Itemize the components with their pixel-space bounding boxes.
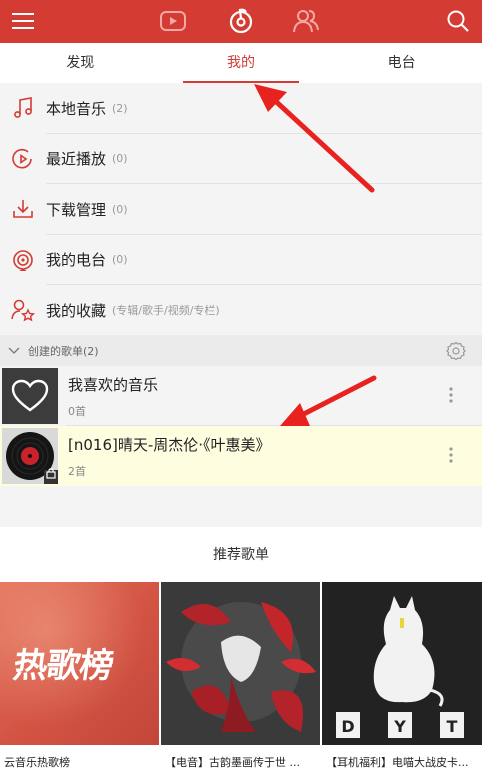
created-playlists-header[interactable]: 创建的歌单(2): [0, 335, 482, 366]
music-logo-icon[interactable]: [226, 5, 256, 37]
menu-item-count: (0): [112, 253, 128, 267]
more-options-icon[interactable]: [448, 386, 454, 408]
artwork-image: [161, 582, 320, 745]
chevron-down-icon[interactable]: [0, 347, 28, 355]
heart-icon: [11, 379, 49, 412]
radio-icon: [0, 248, 46, 272]
download-icon: [0, 197, 46, 221]
menu-icon[interactable]: [10, 5, 36, 37]
video-icon[interactable]: [158, 5, 188, 37]
playlist-cover: D Y T: [322, 582, 482, 745]
menu-item-label: 本地音乐: [46, 99, 107, 118]
playlist-cover: [2, 428, 58, 484]
recommend-title: 推荐歌单: [0, 527, 482, 582]
menu-item-label: 我的电台: [46, 251, 107, 270]
tab-bar: 发现 我的 电台: [0, 43, 482, 83]
playlist-count: 0首: [68, 404, 86, 418]
top-bar: [0, 0, 482, 43]
cover-letter: Y: [393, 717, 406, 736]
recommend-caption: 云音乐热歌榜: [4, 756, 70, 769]
recommend-card[interactable]: 热歌榜 云音乐热歌榜: [0, 582, 159, 782]
tab-label: 电台: [387, 55, 416, 71]
recommend-grid: 热歌榜 云音乐热歌榜 【电音】古韵墨画传于世 ... D Y T 【耳机福利】电…: [0, 582, 482, 782]
more-options-icon[interactable]: [448, 446, 454, 468]
playlist-cover: [2, 368, 58, 424]
recommend-caption: 【耳机福利】电喵大战皮卡...: [326, 756, 469, 769]
section-title: 创建的歌单(2): [28, 344, 99, 358]
tab-discover[interactable]: 发现: [0, 43, 161, 83]
playlist-cover: [161, 582, 320, 745]
tab-label: 发现: [66, 55, 95, 71]
menu-item-label: 我的收藏: [46, 301, 107, 320]
menu-item-collection[interactable]: 我的收藏 (专辑/歌手/视频/专栏): [0, 285, 482, 336]
menu-item-count: (专辑/歌手/视频/专栏): [112, 304, 220, 318]
menu-item-download[interactable]: 下载管理 (0): [0, 184, 482, 235]
menu-item-label: 下载管理: [46, 200, 107, 219]
gear-icon[interactable]: [446, 341, 466, 365]
lock-icon: [46, 464, 56, 483]
cat-logo-image: D Y T: [322, 582, 482, 745]
menu-item-count: (2): [112, 101, 128, 115]
menu-item-my-radio[interactable]: 我的电台 (0): [0, 234, 482, 285]
cover-letter: T: [447, 717, 458, 736]
menu-item-label: 最近播放: [46, 150, 107, 169]
menu-item-recent-play[interactable]: 最近播放 (0): [0, 133, 482, 184]
search-icon[interactable]: [445, 5, 471, 37]
recommend-card[interactable]: D Y T 【耳机福利】电喵大战皮卡...: [322, 582, 482, 782]
playlist-item[interactable]: 我喜欢的音乐 0首: [0, 366, 482, 426]
playlist-count: 2首: [68, 464, 86, 478]
spacer: [0, 487, 482, 527]
collection-icon: [0, 298, 46, 322]
menu-item-count: (0): [112, 152, 128, 166]
music-note-icon: [0, 96, 46, 120]
friends-icon[interactable]: [290, 5, 322, 37]
playlist-name: 我喜欢的音乐: [68, 375, 159, 394]
tab-radio[interactable]: 电台: [321, 43, 482, 83]
menu-item-local-music[interactable]: 本地音乐 (2): [0, 83, 482, 134]
recommend-card[interactable]: 【电音】古韵墨画传于世 ...: [161, 582, 320, 782]
menu-item-count: (0): [112, 202, 128, 216]
my-menu-list: 本地音乐 (2) 最近播放 (0) 下载管理 (0) 我的电台 (0) 我的收藏…: [0, 83, 482, 336]
playlist-item-selected[interactable]: [n016]晴天-周杰伦·《叶惠美》 2首: [0, 426, 482, 486]
playlist-name: [n016]晴天-周杰伦·《叶惠美》: [68, 435, 271, 454]
cover-letter: D: [341, 717, 354, 736]
tab-mine[interactable]: 我的: [161, 43, 322, 83]
recommend-caption: 【电音】古韵墨画传于世 ...: [165, 756, 300, 769]
tab-label: 我的: [226, 55, 255, 71]
cover-title-text: 热歌榜: [10, 646, 116, 686]
playlist-cover: 热歌榜: [0, 582, 159, 745]
recent-play-icon: [0, 147, 46, 171]
